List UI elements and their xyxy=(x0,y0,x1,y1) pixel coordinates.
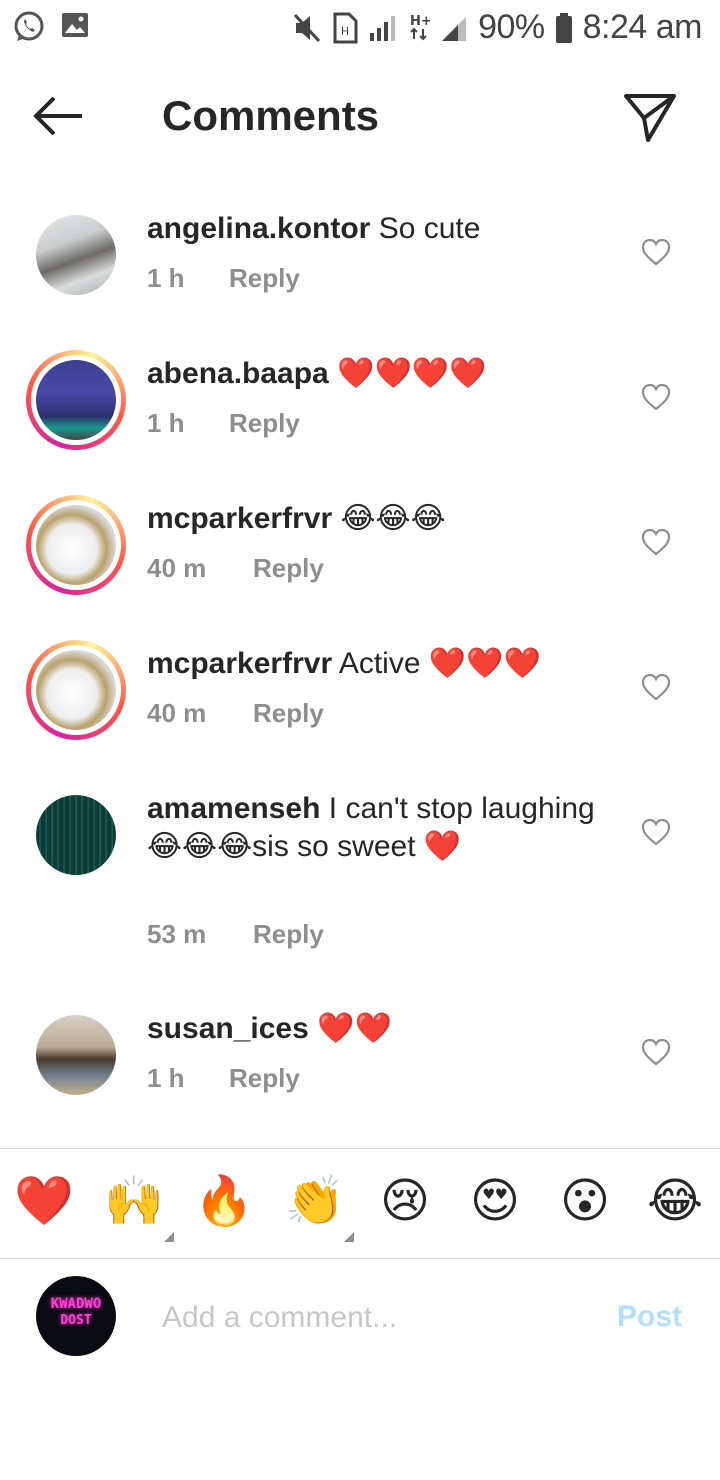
like-button[interactable] xyxy=(641,238,671,266)
clock: 8:24 am xyxy=(582,8,703,46)
reply-button[interactable]: Reply xyxy=(253,698,324,729)
emoji-laughing-button[interactable]: 😂 xyxy=(645,1172,705,1232)
comment-time: 40 m xyxy=(147,553,207,583)
reply-button[interactable]: Reply xyxy=(253,919,324,950)
comment-item: susan_ices ❤️❤️ 1 h Reply xyxy=(0,985,720,1115)
comment-meta: 53 m Reply xyxy=(147,919,324,950)
hplus-icon: H+ xyxy=(408,12,430,44)
battery-icon xyxy=(555,12,573,44)
paper-plane-icon xyxy=(624,94,676,142)
comment-meta: 1 h Reply xyxy=(147,1063,300,1094)
post-button[interactable]: Post xyxy=(617,1300,682,1334)
emoji-crying-button[interactable]: 😢 xyxy=(375,1172,435,1232)
quick-emoji-bar: ❤️ 🙌 🔥 👏 😢 😍 😮 😂 xyxy=(0,1162,720,1258)
comment-time: 1 h xyxy=(147,263,185,293)
comment-content: 😂😂😂 xyxy=(340,502,446,535)
avatar[interactable] xyxy=(26,205,126,305)
comment-text: angelina.kontor So cute xyxy=(147,210,607,248)
emoji-heart-button[interactable]: ❤️ xyxy=(14,1172,74,1232)
comment-item: mcparkerfrvr Active ❤️❤️❤️ 40 m Reply xyxy=(0,620,720,750)
comment-text: abena.baapa ❤️❤️❤️❤️ xyxy=(147,355,607,393)
comment-meta: 40 m Reply xyxy=(147,553,324,584)
comment-item: angelina.kontor So cute 1 h Reply xyxy=(0,185,720,315)
comment-username[interactable]: mcparkerfrvr xyxy=(147,647,332,680)
comment-input[interactable] xyxy=(162,1296,582,1340)
svg-text:H: H xyxy=(341,25,349,38)
divider xyxy=(0,1148,720,1149)
signal-icon xyxy=(368,13,398,43)
like-button[interactable] xyxy=(641,818,671,846)
heart-outline-icon xyxy=(641,1038,671,1066)
avatar[interactable] xyxy=(26,640,126,740)
skin-tone-indicator-icon xyxy=(344,1232,354,1242)
reply-button[interactable]: Reply xyxy=(253,553,324,584)
comment-content: ❤️❤️ xyxy=(317,1012,392,1045)
comment-time: 53 m xyxy=(147,919,207,949)
comment-username[interactable]: mcparkerfrvr xyxy=(147,502,332,535)
svg-text:H+: H+ xyxy=(410,14,430,29)
comment-content: So cute xyxy=(378,212,481,245)
arrow-left-icon xyxy=(33,96,82,136)
emoji-raised-hands-button[interactable]: 🙌 xyxy=(104,1172,164,1232)
emoji-clap-button[interactable]: 👏 xyxy=(285,1172,345,1232)
comment-item: amamenseh I can't stop laughing 😂😂😂sis s… xyxy=(0,765,720,975)
comment-text: susan_ices ❤️❤️ xyxy=(147,1010,607,1048)
comment-text: amamenseh I can't stop laughing 😂😂😂sis s… xyxy=(147,790,607,866)
comment-content: ❤️❤️❤️❤️ xyxy=(337,357,487,390)
comment-text: mcparkerfrvr 😂😂😂 xyxy=(147,500,607,538)
avatar[interactable] xyxy=(26,785,126,885)
comment-meta: 40 m Reply xyxy=(147,698,324,729)
heart-outline-icon xyxy=(641,818,671,846)
emoji-surprised-button[interactable]: 😮 xyxy=(555,1172,615,1232)
avatar[interactable] xyxy=(26,350,126,450)
comment-text: mcparkerfrvr Active ❤️❤️❤️ xyxy=(147,645,607,683)
comment-username[interactable]: abena.baapa xyxy=(147,357,329,390)
comment-meta: 1 h Reply xyxy=(147,408,300,439)
reply-button[interactable]: Reply xyxy=(229,408,300,439)
comment-time: 1 h xyxy=(147,1063,185,1093)
header: Comments xyxy=(0,56,720,176)
avatar-logo-text: KWADWO xyxy=(50,1296,102,1312)
comment-composer: KWADWO DOST Post xyxy=(0,1260,720,1380)
heart-outline-icon xyxy=(641,528,671,556)
gallery-icon xyxy=(60,10,90,49)
comment-username[interactable]: susan_ices xyxy=(147,1012,309,1045)
sim-icon: H xyxy=(332,12,358,44)
comment-time: 1 h xyxy=(147,408,185,438)
status-bar: H H+ 90% 8:24 am xyxy=(0,0,720,56)
mute-icon xyxy=(292,12,322,44)
heart-outline-icon xyxy=(641,238,671,266)
battery-percent: 90% xyxy=(478,8,545,46)
avatar[interactable] xyxy=(26,1005,126,1105)
current-user-avatar: KWADWO DOST xyxy=(36,1276,116,1356)
comment-item: abena.baapa ❤️❤️❤️❤️ 1 h Reply xyxy=(0,330,720,460)
divider xyxy=(0,1258,720,1259)
comment-time: 40 m xyxy=(147,698,207,728)
share-button[interactable] xyxy=(622,90,678,146)
signal-icon xyxy=(440,13,468,43)
heart-outline-icon xyxy=(641,673,671,701)
reply-button[interactable]: Reply xyxy=(229,263,300,294)
page-title: Comments xyxy=(162,92,380,139)
like-button[interactable] xyxy=(641,528,671,556)
comment-content: Active ❤️❤️❤️ xyxy=(338,647,541,680)
comment-username[interactable]: amamenseh xyxy=(147,792,320,825)
like-button[interactable] xyxy=(641,383,671,411)
avatar[interactable] xyxy=(26,495,126,595)
comment-username[interactable]: angelina.kontor xyxy=(147,212,370,245)
like-button[interactable] xyxy=(641,1038,671,1066)
emoji-heart-eyes-button[interactable]: 😍 xyxy=(465,1172,525,1232)
comment-item: mcparkerfrvr 😂😂😂 40 m Reply xyxy=(0,475,720,605)
heart-outline-icon xyxy=(641,383,671,411)
back-button[interactable] xyxy=(30,92,94,140)
avatar-logo-text: DOST xyxy=(60,1313,92,1328)
skin-tone-indicator-icon xyxy=(164,1232,174,1242)
emoji-fire-button[interactable]: 🔥 xyxy=(194,1172,254,1232)
comment-meta: 1 h Reply xyxy=(147,263,300,294)
whatsapp-icon xyxy=(12,10,46,49)
reply-button[interactable]: Reply xyxy=(229,1063,300,1094)
like-button[interactable] xyxy=(641,673,671,701)
